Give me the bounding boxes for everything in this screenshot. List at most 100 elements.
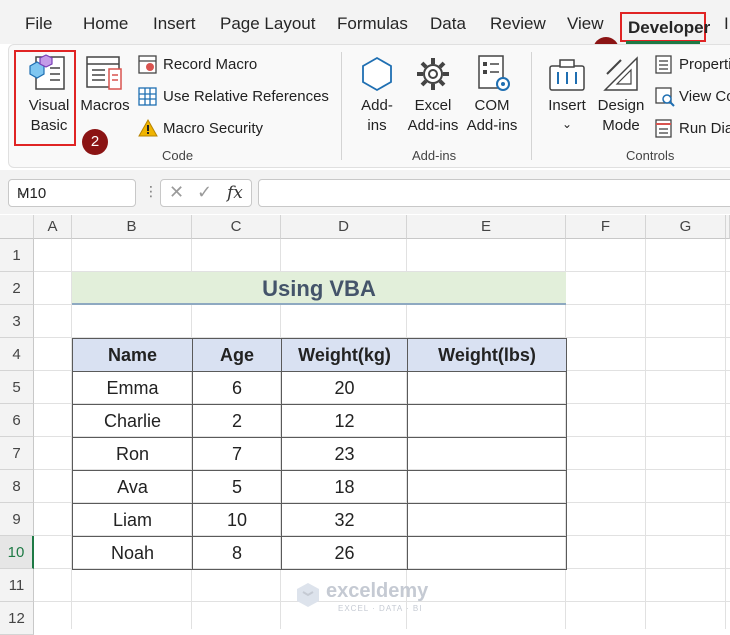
table-cell[interactable]: 8: [192, 536, 282, 570]
table-cell[interactable]: 12: [281, 404, 408, 438]
row-header[interactable]: 2: [0, 272, 34, 305]
step-badge-2: 2: [82, 129, 108, 155]
header-cell[interactable]: Weight(lbs): [407, 338, 567, 372]
table-cell[interactable]: [407, 503, 567, 537]
table-cell[interactable]: Emma: [72, 371, 193, 405]
tab-insert[interactable]: Insert: [153, 14, 196, 34]
com-add-ins-button[interactable]: COM: [462, 96, 522, 116]
column-header[interactable]: G: [646, 215, 726, 239]
row-header[interactable]: 11: [0, 569, 34, 602]
column-header[interactable]: [726, 215, 730, 239]
ribbon-separator: [341, 52, 342, 160]
tab-overflow[interactable]: I: [724, 14, 729, 34]
add-ins-icon: [362, 56, 392, 92]
properties-button[interactable]: Properti: [679, 55, 730, 75]
tab-file[interactable]: File: [25, 14, 52, 34]
table-cell[interactable]: 23: [281, 437, 408, 471]
table-cell[interactable]: 26: [281, 536, 408, 570]
tab-formulas[interactable]: Formulas: [337, 14, 408, 34]
ribbon-separator: [531, 52, 532, 160]
row-header[interactable]: 6: [0, 404, 34, 437]
insert-function-icon[interactable]: fx: [227, 183, 243, 203]
insert-controls-icon: [549, 59, 585, 91]
row-header[interactable]: 12: [0, 602, 34, 635]
data-table: Name Age Weight(kg) Weight(lbs) Emma 6 2…: [72, 338, 567, 570]
row-header[interactable]: 8: [0, 470, 34, 503]
design-mode-button[interactable]: Design: [594, 96, 648, 116]
run-dialog-button[interactable]: Run Dia: [679, 119, 730, 139]
table-cell[interactable]: 7: [192, 437, 282, 471]
table-cell[interactable]: [407, 437, 567, 471]
table-cell[interactable]: [407, 404, 567, 438]
view-code-button[interactable]: View Co: [679, 87, 730, 107]
column-header[interactable]: C: [192, 215, 281, 239]
column-header[interactable]: D: [281, 215, 407, 239]
watermark-title: exceldemy: [326, 580, 429, 602]
record-macro-button[interactable]: Record Macro: [163, 55, 257, 75]
warning-icon: [138, 118, 158, 137]
sheet-title-cell[interactable]: Using VBA: [72, 272, 566, 305]
tab-developer[interactable]: Developer: [620, 12, 710, 42]
table-cell[interactable]: 20: [281, 371, 408, 405]
table-cell[interactable]: Ron: [72, 437, 193, 471]
table-cell[interactable]: Liam: [72, 503, 193, 537]
design-mode-label-line2: Mode: [602, 117, 640, 134]
tab-page-layout[interactable]: Page Layout: [220, 14, 315, 34]
column-header[interactable]: A: [34, 215, 72, 239]
view-code-icon: [655, 87, 675, 107]
row-header[interactable]: 3: [0, 305, 34, 338]
table-cell[interactable]: Ava: [72, 470, 193, 504]
table-cell[interactable]: Charlie: [72, 404, 193, 438]
excel-add-ins-icon: [417, 58, 449, 90]
cancel-icon[interactable]: ✕: [169, 182, 184, 203]
header-cell[interactable]: Name: [72, 338, 193, 372]
row-header[interactable]: 9: [0, 503, 34, 536]
com-add-ins-label-line2: Add-ins: [466, 117, 518, 134]
code-group-label: Code: [162, 148, 194, 163]
tab-view[interactable]: View: [567, 14, 604, 34]
watermark-subtitle: EXCEL · DATA · BI: [338, 604, 423, 613]
chevron-down-icon[interactable]: ⌄: [17, 184, 129, 200]
table-cell[interactable]: Noah: [72, 536, 193, 570]
macros-button[interactable]: Macros: [76, 96, 134, 116]
row-header[interactable]: 5: [0, 371, 34, 404]
gridline: [645, 239, 646, 629]
header-cell[interactable]: Weight(kg): [281, 338, 408, 372]
row-header[interactable]: 1: [0, 239, 34, 272]
excel-add-ins-button[interactable]: Excel: [400, 96, 466, 116]
table-cell[interactable]: 6: [192, 371, 282, 405]
table-cell[interactable]: 18: [281, 470, 408, 504]
insert-controls-button[interactable]: Insert: [540, 96, 594, 116]
relative-references-icon: [138, 87, 157, 106]
tab-review[interactable]: Review: [490, 14, 546, 34]
controls-group-label: Controls: [626, 148, 675, 163]
add-ins-button[interactable]: Add-: [350, 96, 404, 116]
row-header[interactable]: 7: [0, 437, 34, 470]
header-cell[interactable]: Age: [192, 338, 282, 372]
formula-input[interactable]: [258, 179, 730, 207]
table-row: Ron 7 23: [72, 437, 567, 471]
table-cell[interactable]: [407, 470, 567, 504]
macro-security-button[interactable]: Macro Security: [163, 119, 263, 139]
table-cell[interactable]: 10: [192, 503, 282, 537]
column-header[interactable]: B: [72, 215, 192, 239]
enter-icon[interactable]: ✓: [197, 182, 212, 203]
visual-basic-label-line2: Basic: [30, 117, 68, 134]
table-cell[interactable]: [407, 536, 567, 570]
tab-data[interactable]: Data: [430, 14, 466, 34]
use-relative-references-button[interactable]: Use Relative References: [163, 87, 329, 107]
select-all-corner[interactable]: [0, 215, 34, 239]
tab-home[interactable]: Home: [83, 14, 128, 34]
row-header-active[interactable]: 10: [0, 536, 34, 569]
table-cell[interactable]: [407, 371, 567, 405]
chevron-down-icon: ⌄: [561, 117, 573, 131]
table-cell[interactable]: 5: [192, 470, 282, 504]
name-box[interactable]: M10 ⌄: [8, 179, 136, 207]
table-cell[interactable]: 2: [192, 404, 282, 438]
macros-icon[interactable]: [85, 55, 125, 93]
column-header[interactable]: F: [566, 215, 646, 239]
table-cell[interactable]: 32: [281, 503, 408, 537]
column-header[interactable]: E: [407, 215, 566, 239]
row-header[interactable]: 4: [0, 338, 34, 371]
table-row: Liam 10 32: [72, 503, 567, 537]
